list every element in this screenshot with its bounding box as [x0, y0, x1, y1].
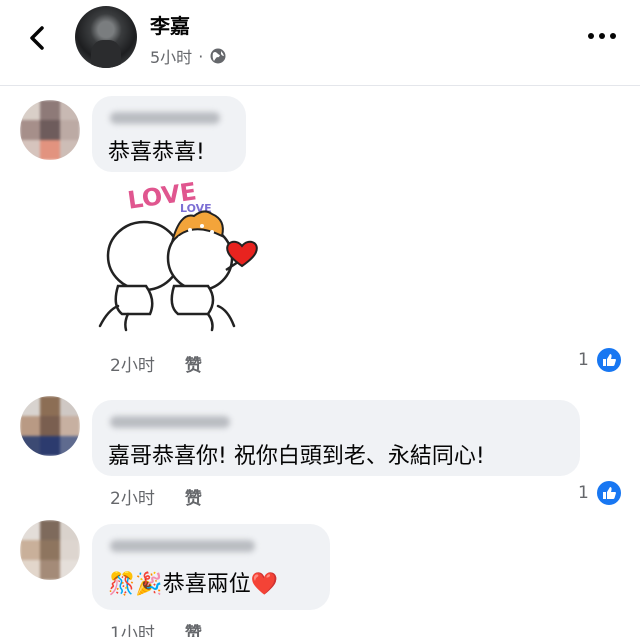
- like-button[interactable]: 赞: [185, 351, 202, 376]
- red-heart-icon: ❤️: [250, 572, 279, 597]
- more-options-button[interactable]: [588, 28, 616, 44]
- commenter-avatar[interactable]: [20, 100, 80, 160]
- more-dot-icon: [599, 33, 605, 39]
- comment-text-row: 🎊🎉恭喜兩位❤️: [108, 566, 278, 598]
- more-dot-icon: [610, 33, 616, 39]
- meta-separator: ·: [198, 46, 204, 66]
- post-meta: 5小时 ·: [150, 44, 227, 68]
- comment-text: 恭喜兩位: [162, 572, 251, 597]
- more-dot-icon: [588, 33, 594, 39]
- thumbs-up-icon: [594, 346, 623, 374]
- reaction-count: 1: [578, 483, 589, 503]
- comment-text: 恭喜恭喜!: [108, 140, 205, 165]
- comment-actions: 2小时 赞: [110, 351, 202, 376]
- love-sticker: LOVE LOVE: [98, 177, 258, 332]
- commenter-name-blurred[interactable]: [110, 540, 255, 552]
- comment-text: 嘉哥恭喜你! 祝你白頭到老、永結同心!: [108, 444, 485, 469]
- poster-avatar[interactable]: [75, 6, 137, 68]
- blurred-avatar-image: [20, 100, 80, 160]
- confetti-emoji-icon: 🎊🎉: [108, 572, 163, 597]
- comment-bubble[interactable]: 恭喜恭喜!: [92, 96, 246, 172]
- comment-bubble[interactable]: 嘉哥恭喜你! 祝你白頭到老、永結同心!: [92, 400, 580, 476]
- thumbs-up-icon: [594, 479, 623, 507]
- blurred-avatar-image: [20, 396, 80, 456]
- reaction-summary[interactable]: 1: [578, 479, 623, 507]
- globe-icon[interactable]: [209, 47, 227, 65]
- commenter-avatar[interactable]: [20, 396, 80, 456]
- commenter-name-blurred[interactable]: [110, 416, 230, 428]
- commenter-name-blurred[interactable]: [110, 112, 220, 124]
- comment-time[interactable]: 2小时: [110, 484, 155, 509]
- blurred-avatar-image: [20, 520, 80, 580]
- commenter-avatar[interactable]: [20, 520, 80, 580]
- like-button[interactable]: 赞: [185, 619, 202, 637]
- comment-time[interactable]: 2小时: [110, 351, 155, 376]
- post-header: 李嘉 5小时 ·: [0, 0, 640, 86]
- like-button[interactable]: 赞: [185, 484, 202, 509]
- comment-actions: 2小时 赞: [110, 484, 202, 509]
- reaction-count: 1: [578, 350, 589, 370]
- reaction-summary[interactable]: 1: [578, 346, 623, 374]
- comment-bubble[interactable]: 🎊🎉恭喜兩位❤️: [92, 524, 330, 610]
- poster-name[interactable]: 李嘉: [150, 10, 190, 39]
- comment-time[interactable]: 1小时: [110, 619, 155, 637]
- post-time[interactable]: 5小时: [150, 44, 192, 68]
- chevron-left-icon: [30, 26, 44, 50]
- comment-actions: 1小时 赞: [110, 619, 202, 637]
- back-button[interactable]: [22, 22, 54, 54]
